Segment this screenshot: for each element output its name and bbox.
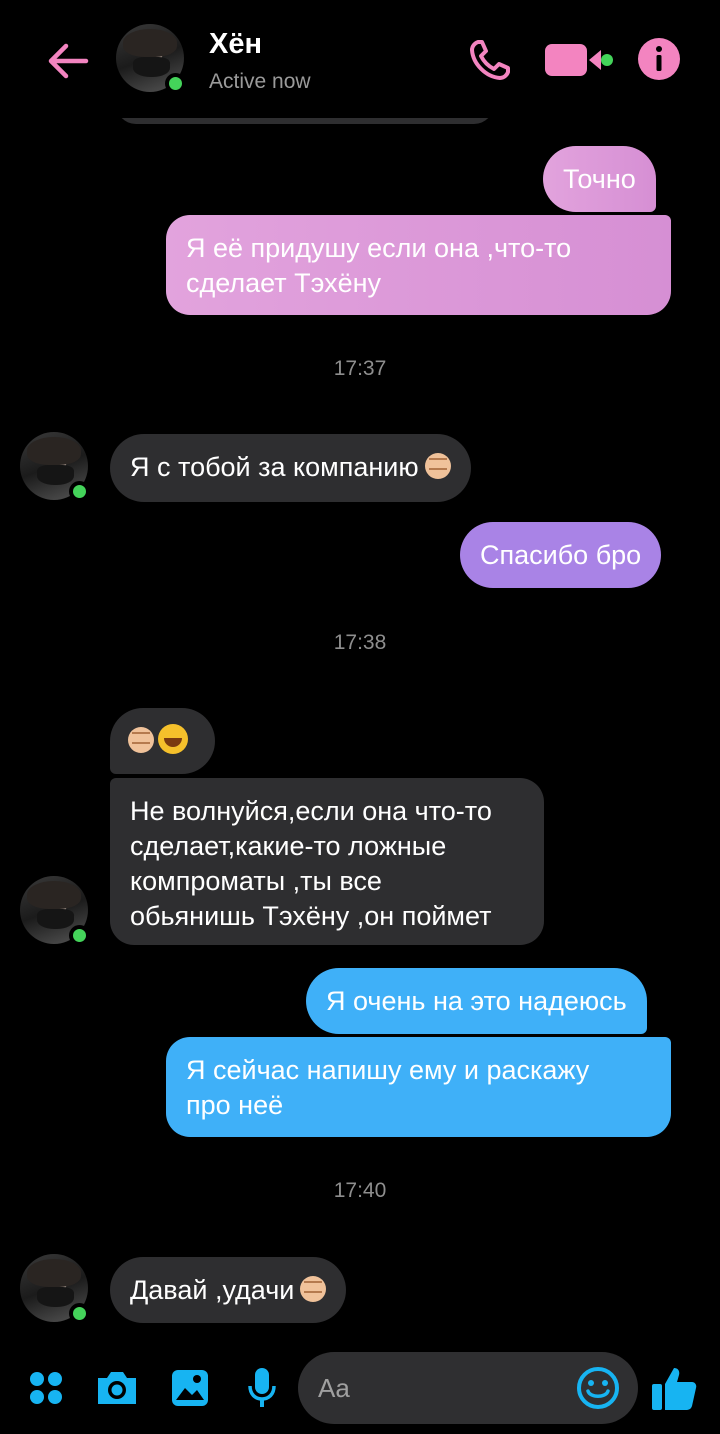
message-text: Спасибо бро [480,540,642,570]
conversation-header: Хён Active now [0,0,720,118]
message-bubble-incoming[interactable]: Я с тобой за компанию [110,434,471,502]
message-text: Я с тобой за компанию [130,452,419,482]
info-icon[interactable] [636,36,682,82]
sender-avatar[interactable] [20,432,90,502]
active-status: Active now [209,70,311,93]
message-composer[interactable] [298,1352,638,1424]
message-bubble-incoming[interactable]: Не волнуйся,если она что-то сделает,каки… [110,778,544,945]
message-bubble-outgoing[interactable]: Я её придушу если она ,что-то сделает Тэ… [166,215,671,315]
sender-avatar[interactable] [20,1254,90,1324]
online-indicator [69,925,90,946]
message-bubble-outgoing[interactable]: Я сейчас напишу ему и раскажу про неё [166,1037,671,1137]
message-text-line: сделает,какие-то ложные [130,831,447,861]
composer-bar [0,1346,720,1434]
image-icon[interactable] [170,1368,210,1408]
timestamp: 17:38 [333,631,387,654]
sender-avatar[interactable] [20,876,90,946]
microphone-icon[interactable] [247,1366,277,1410]
message-input[interactable] [318,1366,568,1410]
message-text-line: Я её придушу если она ,что-то [186,233,572,263]
message-text-line: обьянишь Тэхёну ,он поймет [130,901,492,931]
message-bubble-outgoing[interactable]: Спасибо бро [460,522,662,588]
message-bubble-incoming[interactable]: Давай ,удачи [110,1257,347,1323]
laughing-emoji-icon [158,724,188,754]
contact-avatar[interactable] [116,24,186,94]
message-text: Давай ,удачи [130,1275,295,1305]
apps-grid-icon[interactable] [28,1370,64,1406]
online-indicator [69,1303,90,1324]
fist-emoji-icon [128,727,154,753]
message-text-line: компроматы ,ты все [130,866,382,896]
online-indicator [165,73,186,94]
fist-emoji-icon [300,1276,327,1302]
fist-emoji-icon [424,453,451,479]
emoji-icon[interactable] [576,1366,620,1410]
message-bubble-outgoing[interactable]: Я очень на это надеюсь [306,968,647,1034]
timestamp: 17:40 [333,1179,387,1202]
message-text: Точно [563,164,636,194]
message-text: Я очень на это надеюсь [326,986,627,1016]
message-bubble-outgoing[interactable]: Точно [543,146,656,212]
message-text-line: про неё [186,1090,284,1120]
camera-icon[interactable] [94,1368,140,1408]
online-indicator [69,481,90,502]
contact-name[interactable]: Хён [209,28,262,61]
message-text-line: Не волнуйся,если она что-то [130,796,492,826]
video-camera-icon[interactable] [543,40,615,80]
message-bubble-incoming-emoji[interactable] [110,708,215,774]
thumbs-up-icon[interactable] [650,1364,698,1412]
message-text-line: сделает Тэхёну [186,268,382,298]
timestamp: 17:37 [333,357,387,380]
back-arrow-icon[interactable] [44,38,90,84]
message-text-line: Я сейчас напишу ему и раскажу [186,1055,590,1085]
phone-icon[interactable] [466,36,514,84]
